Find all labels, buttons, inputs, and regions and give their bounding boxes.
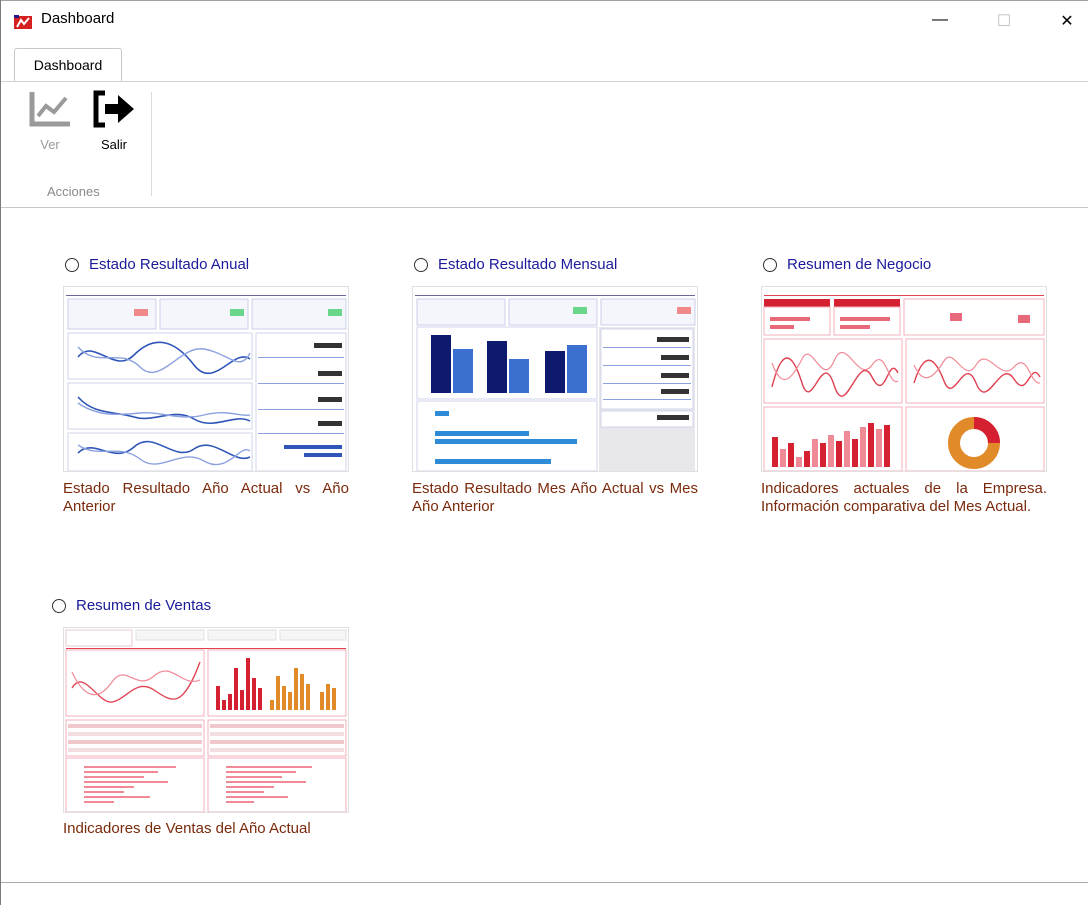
app-icon bbox=[14, 15, 32, 29]
ribbon: Ver Salir Acciones bbox=[1, 82, 1088, 208]
status-bar-divider bbox=[1, 882, 1088, 883]
thumbnail-preview bbox=[64, 628, 348, 812]
ver-button[interactable]: Ver bbox=[27, 90, 73, 152]
dashboard-content: Estado Resultado Anual Estado Resultado … bbox=[1, 208, 1088, 880]
radio-button[interactable] bbox=[65, 257, 79, 272]
report-description: Estado Resultado Año Actual vs Año Anter… bbox=[63, 480, 349, 515]
title-bar: Dashboard — ☐ ✕ bbox=[1, 0, 1088, 40]
thumbnail-preview bbox=[762, 287, 1046, 471]
salir-button[interactable]: Salir bbox=[91, 90, 137, 152]
report-option-mensual[interactable]: Estado Resultado Mensual bbox=[414, 256, 617, 273]
exit-icon bbox=[93, 90, 134, 128]
thumbnail-preview bbox=[64, 287, 348, 471]
report-thumbnail-negocio[interactable] bbox=[761, 286, 1047, 472]
report-title[interactable]: Estado Resultado Mensual bbox=[438, 256, 617, 273]
close-button[interactable]: ✕ bbox=[1052, 11, 1082, 31]
report-description: Indicadores de Ventas del Año Actual bbox=[63, 820, 311, 837]
ribbon-separator bbox=[151, 92, 152, 196]
tab-dashboard[interactable]: Dashboard bbox=[14, 48, 122, 81]
line-chart-icon bbox=[29, 92, 70, 127]
maximize-button[interactable]: ☐ bbox=[989, 11, 1019, 31]
report-description: Indicadores actuales de la Empresa. Info… bbox=[761, 480, 1047, 515]
report-thumbnail-mensual[interactable] bbox=[412, 286, 698, 472]
radio-button[interactable] bbox=[52, 598, 66, 613]
report-option-anual[interactable]: Estado Resultado Anual bbox=[65, 256, 249, 273]
ver-label: Ver bbox=[40, 137, 60, 152]
app-window: Dashboard — ☐ ✕ Dashboard Ver Salir Acci… bbox=[0, 0, 1088, 905]
thumbnail-preview bbox=[413, 287, 697, 471]
radio-button[interactable] bbox=[414, 257, 428, 272]
radio-button[interactable] bbox=[763, 257, 777, 272]
window-title: Dashboard bbox=[41, 10, 115, 27]
tab-strip: Dashboard bbox=[1, 40, 1088, 82]
salir-label: Salir bbox=[100, 137, 127, 152]
ribbon-group-label: Acciones bbox=[47, 184, 100, 199]
report-title[interactable]: Estado Resultado Anual bbox=[89, 256, 249, 273]
report-title[interactable]: Resumen de Negocio bbox=[787, 256, 931, 273]
report-description: Estado Resultado Mes Año Actual vs Mes A… bbox=[412, 480, 698, 515]
report-option-negocio[interactable]: Resumen de Negocio bbox=[763, 256, 931, 273]
report-thumbnail-ventas[interactable] bbox=[63, 627, 349, 813]
report-option-ventas[interactable]: Resumen de Ventas bbox=[52, 597, 211, 614]
report-title[interactable]: Resumen de Ventas bbox=[76, 597, 211, 614]
report-thumbnail-anual[interactable] bbox=[63, 286, 349, 472]
minimize-button[interactable]: — bbox=[925, 11, 955, 29]
